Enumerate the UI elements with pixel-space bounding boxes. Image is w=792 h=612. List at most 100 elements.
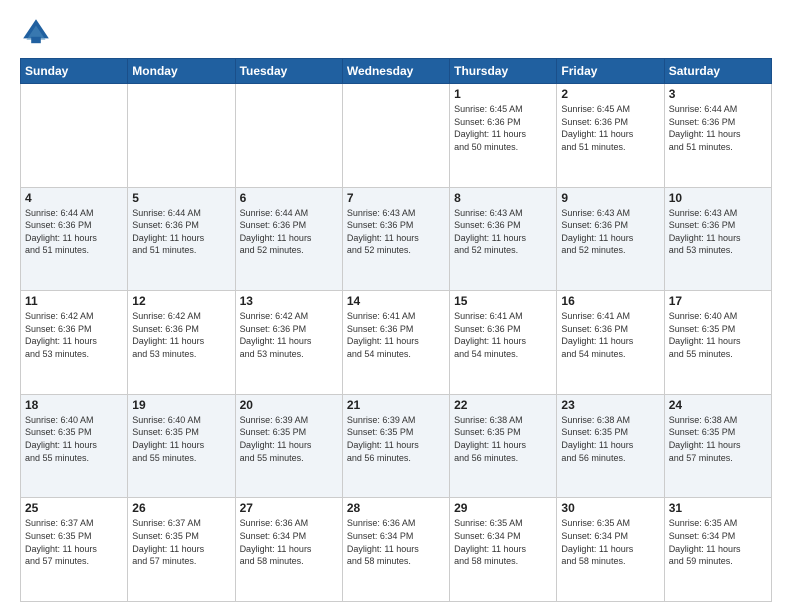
day-info: Sunrise: 6:44 AM Sunset: 6:36 PM Dayligh…	[240, 207, 338, 257]
day-info: Sunrise: 6:43 AM Sunset: 6:36 PM Dayligh…	[561, 207, 659, 257]
calendar-cell: 4Sunrise: 6:44 AM Sunset: 6:36 PM Daylig…	[21, 187, 128, 291]
day-number: 17	[669, 294, 767, 308]
day-info: Sunrise: 6:35 AM Sunset: 6:34 PM Dayligh…	[669, 517, 767, 567]
calendar-cell: 7Sunrise: 6:43 AM Sunset: 6:36 PM Daylig…	[342, 187, 449, 291]
day-number: 6	[240, 191, 338, 205]
day-info: Sunrise: 6:43 AM Sunset: 6:36 PM Dayligh…	[347, 207, 445, 257]
calendar-cell: 28 Sunrise: 6:36 AM Sunset: 6:34 PM Dayli…	[342, 498, 449, 602]
day-info: Sunrise: 6:40 AM Sunset: 6:35 PM Dayligh…	[25, 414, 123, 464]
calendar-cell: 20 Sunrise: 6:39 AM Sunset: 6:35 PM Dayli…	[235, 394, 342, 498]
day-number: 31	[669, 501, 767, 515]
calendar-cell: 5 Sunrise: 6:44 AM Sunset: 6:36 PM Daylig…	[128, 187, 235, 291]
day-info: Sunrise: 6:35 AM Sunset: 6:34 PM Dayligh…	[561, 517, 659, 567]
day-number: 10	[669, 191, 767, 205]
calendar-cell: 11 Sunrise: 6:42 AM Sunset: 6:36 PM Dayli…	[21, 291, 128, 395]
day-info: Sunrise: 6:38 AM Sunset: 6:35 PM Dayligh…	[561, 414, 659, 464]
day-info: Sunrise: 6:44 AM Sunset: 6:36 PM Dayligh…	[669, 103, 767, 153]
day-info: Sunrise: 6:42 AM Sunset: 6:36 PM Dayligh…	[132, 310, 230, 360]
day-info: Sunrise: 6:37 AM Sunset: 6:35 PM Dayligh…	[25, 517, 123, 567]
week-row-1: 1Sunrise: 6:45 AM Sunset: 6:36 PM Daylig…	[21, 84, 772, 188]
day-number: 22	[454, 398, 552, 412]
day-number: 3	[669, 87, 767, 101]
weekday-wednesday: Wednesday	[342, 59, 449, 84]
day-number: 20	[240, 398, 338, 412]
day-info: Sunrise: 6:40 AM Sunset: 6:35 PM Dayligh…	[132, 414, 230, 464]
day-number: 5	[132, 191, 230, 205]
calendar-cell: 13 Sunrise: 6:42 AM Sunset: 6:36 PM Dayli…	[235, 291, 342, 395]
calendar-cell	[21, 84, 128, 188]
day-info: Sunrise: 6:45 AM Sunset: 6:36 PM Dayligh…	[454, 103, 552, 153]
day-info: Sunrise: 6:43 AM Sunset: 6:36 PM Dayligh…	[669, 207, 767, 257]
day-info: Sunrise: 6:41 AM Sunset: 6:36 PM Dayligh…	[561, 310, 659, 360]
calendar-cell: 22 Sunrise: 6:38 AM Sunset: 6:35 PM Dayli…	[450, 394, 557, 498]
calendar-cell	[128, 84, 235, 188]
calendar-cell: 8Sunrise: 6:43 AM Sunset: 6:36 PM Daylig…	[450, 187, 557, 291]
day-info: Sunrise: 6:41 AM Sunset: 6:36 PM Dayligh…	[454, 310, 552, 360]
day-number: 15	[454, 294, 552, 308]
calendar-cell: 14 Sunrise: 6:41 AM Sunset: 6:36 PM Dayli…	[342, 291, 449, 395]
day-number: 18	[25, 398, 123, 412]
day-info: Sunrise: 6:41 AM Sunset: 6:36 PM Dayligh…	[347, 310, 445, 360]
calendar-cell: 3 Sunrise: 6:44 AM Sunset: 6:36 PM Daylig…	[664, 84, 771, 188]
calendar-table: SundayMondayTuesdayWednesdayThursdayFrid…	[20, 58, 772, 602]
calendar-cell: 12Sunrise: 6:42 AM Sunset: 6:36 PM Dayli…	[128, 291, 235, 395]
calendar-cell: 29 Sunrise: 6:35 AM Sunset: 6:34 PM Dayli…	[450, 498, 557, 602]
calendar-cell: 6 Sunrise: 6:44 AM Sunset: 6:36 PM Daylig…	[235, 187, 342, 291]
day-number: 11	[25, 294, 123, 308]
calendar-cell: 27Sunrise: 6:36 AM Sunset: 6:34 PM Dayli…	[235, 498, 342, 602]
header	[20, 16, 772, 48]
day-number: 21	[347, 398, 445, 412]
logo-icon	[20, 16, 52, 48]
calendar-cell: 19 Sunrise: 6:40 AM Sunset: 6:35 PM Dayli…	[128, 394, 235, 498]
day-number: 19	[132, 398, 230, 412]
day-number: 26	[132, 501, 230, 515]
weekday-tuesday: Tuesday	[235, 59, 342, 84]
week-row-3: 11 Sunrise: 6:42 AM Sunset: 6:36 PM Dayli…	[21, 291, 772, 395]
calendar-cell: 24Sunrise: 6:38 AM Sunset: 6:35 PM Dayli…	[664, 394, 771, 498]
calendar-cell: 26 Sunrise: 6:37 AM Sunset: 6:35 PM Dayli…	[128, 498, 235, 602]
day-number: 13	[240, 294, 338, 308]
calendar-cell: 2Sunrise: 6:45 AM Sunset: 6:36 PM Daylig…	[557, 84, 664, 188]
calendar-cell	[235, 84, 342, 188]
week-row-4: 18 Sunrise: 6:40 AM Sunset: 6:35 PM Dayli…	[21, 394, 772, 498]
calendar-cell: 23 Sunrise: 6:38 AM Sunset: 6:35 PM Dayli…	[557, 394, 664, 498]
calendar-cell: 16 Sunrise: 6:41 AM Sunset: 6:36 PM Dayli…	[557, 291, 664, 395]
calendar-cell: 31 Sunrise: 6:35 AM Sunset: 6:34 PM Dayli…	[664, 498, 771, 602]
day-number: 23	[561, 398, 659, 412]
calendar-cell: 10 Sunrise: 6:43 AM Sunset: 6:36 PM Dayli…	[664, 187, 771, 291]
day-info: Sunrise: 6:37 AM Sunset: 6:35 PM Dayligh…	[132, 517, 230, 567]
day-info: Sunrise: 6:38 AM Sunset: 6:35 PM Dayligh…	[669, 414, 767, 464]
calendar-cell: 17 Sunrise: 6:40 AM Sunset: 6:35 PM Dayli…	[664, 291, 771, 395]
day-number: 9	[561, 191, 659, 205]
day-info: Sunrise: 6:44 AM Sunset: 6:36 PM Dayligh…	[132, 207, 230, 257]
day-number: 30	[561, 501, 659, 515]
day-info: Sunrise: 6:42 AM Sunset: 6:36 PM Dayligh…	[25, 310, 123, 360]
day-number: 8	[454, 191, 552, 205]
calendar-cell	[342, 84, 449, 188]
day-info: Sunrise: 6:40 AM Sunset: 6:35 PM Dayligh…	[669, 310, 767, 360]
calendar-cell: 18 Sunrise: 6:40 AM Sunset: 6:35 PM Dayli…	[21, 394, 128, 498]
calendar-cell: 25 Sunrise: 6:37 AM Sunset: 6:35 PM Dayli…	[21, 498, 128, 602]
day-info: Sunrise: 6:36 AM Sunset: 6:34 PM Dayligh…	[240, 517, 338, 567]
day-number: 29	[454, 501, 552, 515]
day-info: Sunrise: 6:38 AM Sunset: 6:35 PM Dayligh…	[454, 414, 552, 464]
day-number: 25	[25, 501, 123, 515]
calendar-cell: 1Sunrise: 6:45 AM Sunset: 6:36 PM Daylig…	[450, 84, 557, 188]
weekday-header-row: SundayMondayTuesdayWednesdayThursdayFrid…	[21, 59, 772, 84]
calendar-cell: 21Sunrise: 6:39 AM Sunset: 6:35 PM Dayli…	[342, 394, 449, 498]
logo	[20, 16, 56, 48]
calendar-cell: 15 Sunrise: 6:41 AM Sunset: 6:36 PM Dayli…	[450, 291, 557, 395]
day-number: 14	[347, 294, 445, 308]
page: SundayMondayTuesdayWednesdayThursdayFrid…	[0, 0, 792, 612]
calendar-cell: 30 Sunrise: 6:35 AM Sunset: 6:34 PM Dayli…	[557, 498, 664, 602]
day-info: Sunrise: 6:39 AM Sunset: 6:35 PM Dayligh…	[240, 414, 338, 464]
day-info: Sunrise: 6:36 AM Sunset: 6:34 PM Dayligh…	[347, 517, 445, 567]
week-row-5: 25 Sunrise: 6:37 AM Sunset: 6:35 PM Dayli…	[21, 498, 772, 602]
day-info: Sunrise: 6:45 AM Sunset: 6:36 PM Dayligh…	[561, 103, 659, 153]
day-number: 16	[561, 294, 659, 308]
day-info: Sunrise: 6:35 AM Sunset: 6:34 PM Dayligh…	[454, 517, 552, 567]
weekday-sunday: Sunday	[21, 59, 128, 84]
day-info: Sunrise: 6:42 AM Sunset: 6:36 PM Dayligh…	[240, 310, 338, 360]
week-row-2: 4Sunrise: 6:44 AM Sunset: 6:36 PM Daylig…	[21, 187, 772, 291]
day-number: 28	[347, 501, 445, 515]
